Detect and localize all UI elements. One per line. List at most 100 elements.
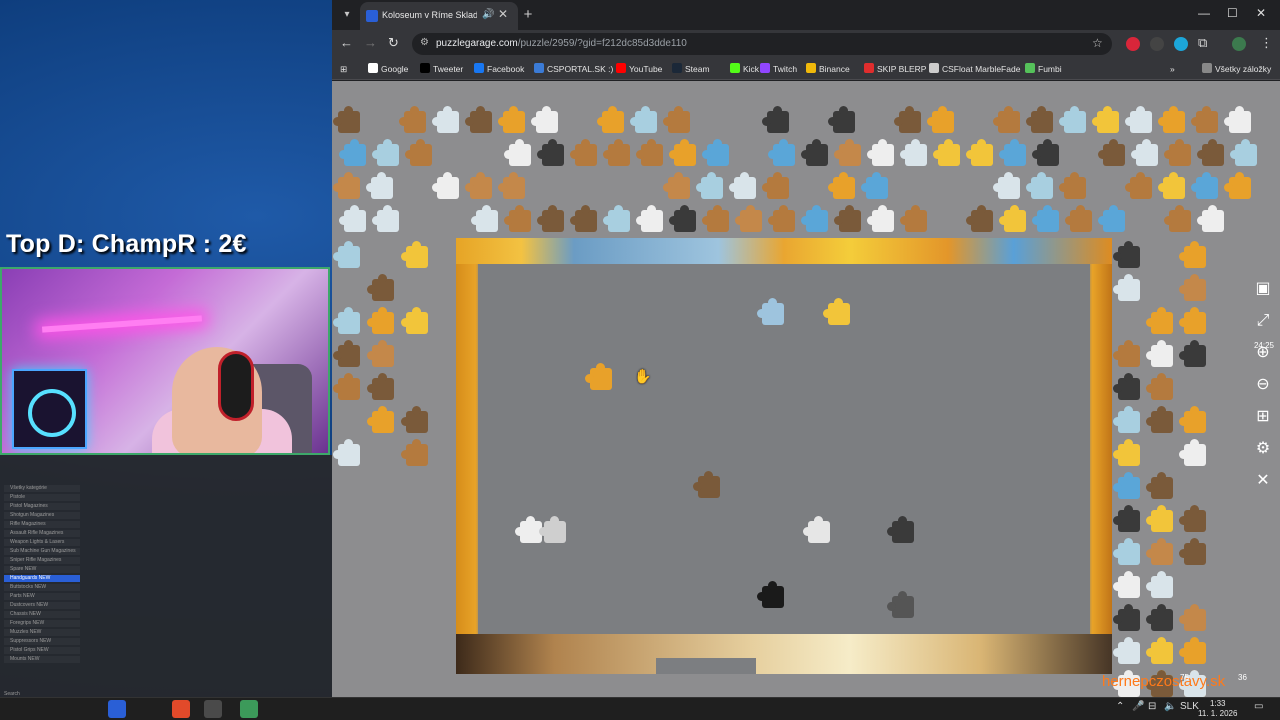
bookmark-twitch[interactable]: Twitch bbox=[760, 62, 797, 76]
puzzle-piece[interactable] bbox=[339, 139, 366, 166]
puzzle-piece[interactable] bbox=[399, 106, 426, 133]
puzzle-piece[interactable] bbox=[1164, 205, 1191, 232]
puzzle-piece[interactable] bbox=[729, 172, 756, 199]
bookmark-tweeter[interactable]: Tweeter bbox=[420, 62, 463, 76]
puzzle-piece[interactable] bbox=[757, 298, 784, 325]
puzzle-piece[interactable] bbox=[669, 205, 696, 232]
puzzle-piece[interactable] bbox=[702, 205, 729, 232]
puzzle-piece[interactable] bbox=[471, 205, 498, 232]
puzzle-piece[interactable] bbox=[333, 241, 360, 268]
puzzle-piece[interactable] bbox=[887, 591, 914, 618]
puzzle-board[interactable]: ✋ 24:25 ▣ ⤢ ⊕ ⊖ ⊞ ⚙ ✕ hernepczostavy.sk … bbox=[332, 81, 1280, 697]
puzzle-empty-area[interactable] bbox=[478, 264, 1090, 660]
puzzle-piece[interactable] bbox=[823, 298, 850, 325]
taskbar-app-icon[interactable] bbox=[204, 700, 222, 718]
language-indicator[interactable]: SLK bbox=[1180, 701, 1199, 712]
puzzle-piece[interactable] bbox=[603, 205, 630, 232]
puzzle-piece[interactable] bbox=[630, 106, 657, 133]
puzzle-piece[interactable] bbox=[333, 439, 360, 466]
puzzle-piece[interactable] bbox=[1230, 139, 1257, 166]
puzzle-piece[interactable] bbox=[504, 139, 531, 166]
network-icon[interactable]: ⊟ bbox=[1148, 701, 1156, 712]
menu-kebab-icon[interactable]: ⋮ bbox=[1260, 35, 1273, 51]
puzzle-piece[interactable] bbox=[1179, 604, 1206, 631]
tab-close-icon[interactable]: ✕ bbox=[498, 7, 508, 21]
zoom-in-icon[interactable]: ⊕ bbox=[1250, 340, 1276, 366]
puzzle-piece[interactable] bbox=[993, 106, 1020, 133]
puzzle-piece[interactable] bbox=[1179, 505, 1206, 532]
bookmark-star-icon[interactable]: ☆ bbox=[1092, 36, 1103, 50]
puzzle-piece[interactable] bbox=[367, 307, 394, 334]
puzzle-piece[interactable] bbox=[762, 172, 789, 199]
site-info-icon[interactable]: ⚙ bbox=[420, 37, 429, 48]
puzzle-piece[interactable] bbox=[1146, 571, 1173, 598]
maximize-icon[interactable]: ☐ bbox=[1227, 6, 1238, 20]
puzzle-piece[interactable] bbox=[367, 373, 394, 400]
volume-icon[interactable]: 🔈 bbox=[1164, 701, 1176, 712]
puzzle-piece[interactable] bbox=[531, 106, 558, 133]
puzzle-piece[interactable] bbox=[1026, 106, 1053, 133]
tab-search-icon[interactable]: ▾ bbox=[338, 6, 356, 24]
puzzle-piece[interactable] bbox=[1191, 106, 1218, 133]
puzzle-piece[interactable] bbox=[367, 340, 394, 367]
close-puzzle-icon[interactable]: ✕ bbox=[1250, 468, 1276, 494]
puzzle-piece[interactable] bbox=[1146, 373, 1173, 400]
puzzle-piece[interactable] bbox=[1113, 505, 1140, 532]
puzzle-piece[interactable] bbox=[333, 172, 360, 199]
tab-active[interactable]: Koloseum v Ríme Skladačky 🔊 ✕ bbox=[360, 2, 518, 30]
puzzle-piece[interactable] bbox=[1146, 307, 1173, 334]
bookmark-google[interactable]: Google bbox=[368, 62, 408, 76]
puzzle-piece[interactable] bbox=[498, 106, 525, 133]
puzzle-piece[interactable] bbox=[834, 139, 861, 166]
clock[interactable]: 1:33 11. 1. 2026 bbox=[1198, 699, 1237, 719]
puzzle-piece[interactable] bbox=[1113, 604, 1140, 631]
puzzle-piece[interactable] bbox=[1224, 106, 1251, 133]
preview-image-icon[interactable]: ▣ bbox=[1250, 276, 1276, 302]
puzzle-piece[interactable] bbox=[401, 241, 428, 268]
extension-icon[interactable] bbox=[1126, 37, 1140, 51]
puzzle-piece[interactable] bbox=[339, 205, 366, 232]
puzzle-piece[interactable] bbox=[735, 205, 762, 232]
puzzle-piece[interactable] bbox=[603, 139, 630, 166]
apps-grid-icon[interactable]: ⊞ bbox=[340, 62, 347, 76]
notifications-icon[interactable]: ▭ bbox=[1254, 701, 1263, 712]
puzzle-piece[interactable] bbox=[1113, 637, 1140, 664]
puzzle-piece[interactable] bbox=[803, 516, 830, 543]
puzzle-piece[interactable] bbox=[539, 516, 566, 543]
puzzle-piece[interactable] bbox=[1179, 274, 1206, 301]
puzzle-piece[interactable] bbox=[762, 106, 789, 133]
puzzle-piece[interactable] bbox=[1113, 406, 1140, 433]
puzzle-piece[interactable] bbox=[1164, 139, 1191, 166]
puzzle-piece[interactable] bbox=[1098, 205, 1125, 232]
puzzle-piece[interactable] bbox=[367, 274, 394, 301]
puzzle-piece[interactable] bbox=[498, 172, 525, 199]
puzzle-piece[interactable] bbox=[1179, 340, 1206, 367]
puzzle-piece[interactable] bbox=[1197, 139, 1224, 166]
puzzle-piece[interactable] bbox=[999, 139, 1026, 166]
puzzle-piece[interactable] bbox=[1032, 205, 1059, 232]
forward-icon[interactable]: → bbox=[364, 35, 377, 50]
zoom-out-icon[interactable]: ⊖ bbox=[1250, 372, 1276, 398]
puzzle-piece[interactable] bbox=[372, 139, 399, 166]
puzzle-piece[interactable] bbox=[966, 205, 993, 232]
microphone-icon[interactable]: 🎤 bbox=[1132, 701, 1144, 712]
puzzle-piece[interactable] bbox=[537, 205, 564, 232]
bookmark-binance[interactable]: Binance bbox=[806, 62, 850, 76]
bookmark-fumbi[interactable]: Fumbi bbox=[1025, 62, 1062, 76]
puzzle-piece[interactable] bbox=[894, 106, 921, 133]
puzzle-piece[interactable] bbox=[1146, 604, 1173, 631]
puzzle-piece[interactable] bbox=[570, 139, 597, 166]
profile-avatar[interactable] bbox=[1232, 37, 1246, 51]
puzzle-piece[interactable] bbox=[432, 172, 459, 199]
window-close-icon[interactable]: ✕ bbox=[1256, 6, 1266, 20]
new-tab-button[interactable]: + bbox=[518, 5, 538, 25]
fullscreen-icon[interactable]: ⤢ bbox=[1250, 308, 1276, 334]
puzzle-piece[interactable] bbox=[828, 106, 855, 133]
puzzle-piece[interactable] bbox=[537, 139, 564, 166]
puzzle-piece[interactable] bbox=[1059, 106, 1086, 133]
puzzle-piece[interactable] bbox=[1146, 637, 1173, 664]
puzzle-piece[interactable] bbox=[1065, 205, 1092, 232]
puzzle-piece[interactable] bbox=[693, 471, 720, 498]
puzzle-piece[interactable] bbox=[768, 139, 795, 166]
puzzle-piece[interactable] bbox=[993, 172, 1020, 199]
